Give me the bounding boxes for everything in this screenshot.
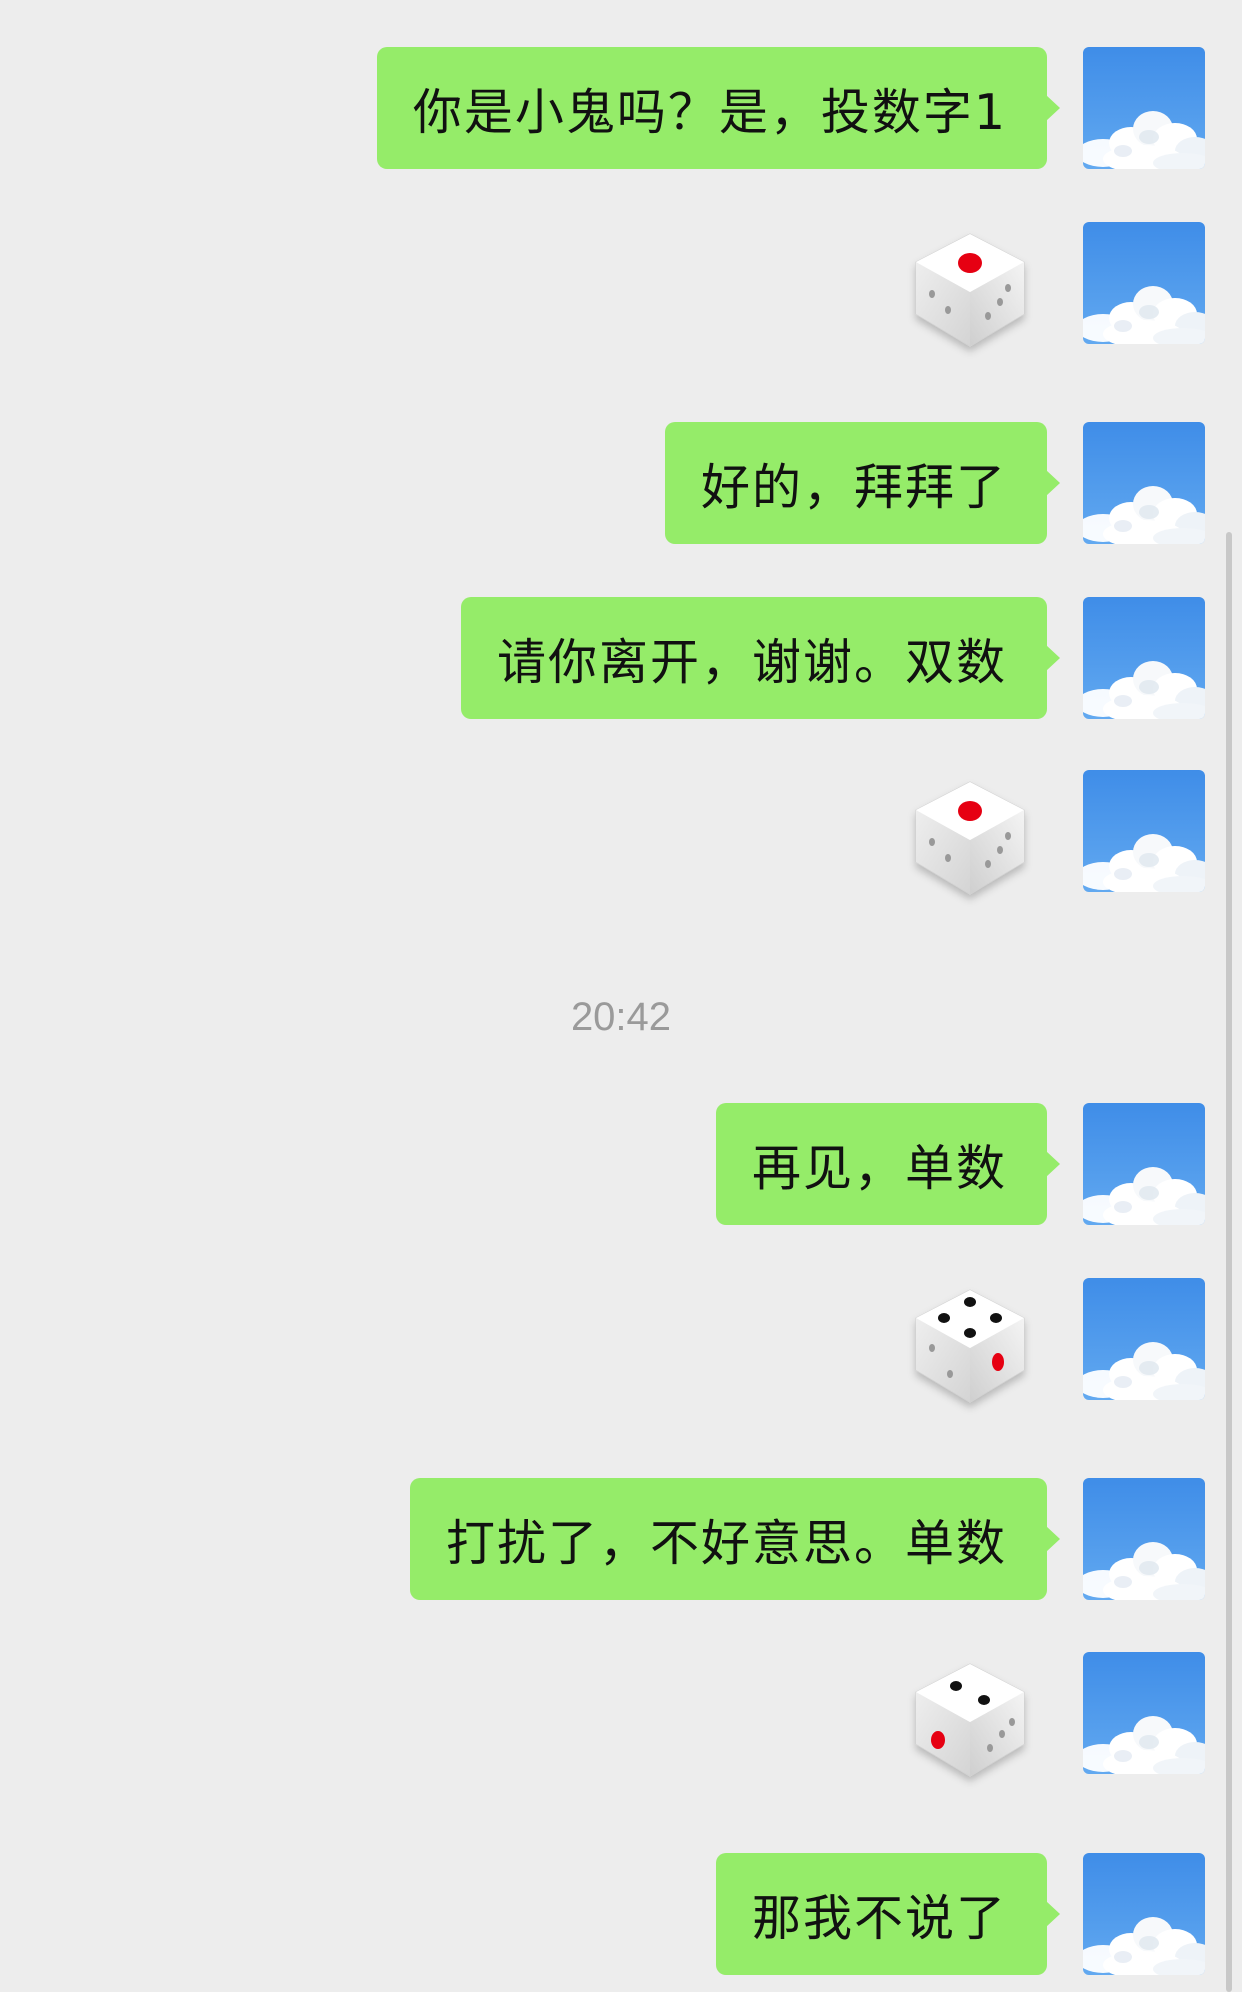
message-text: 那我不说了	[751, 1889, 1007, 1947]
message-bubble[interactable]: 那我不说了	[715, 1853, 1061, 1975]
avatar[interactable]	[1083, 1478, 1205, 1600]
dice-icon	[900, 1652, 1040, 1792]
message-text: 请你离开，谢谢。双数	[496, 633, 1007, 691]
avatar[interactable]	[1083, 1103, 1205, 1225]
avatar[interactable]	[1083, 422, 1205, 544]
avatar[interactable]	[1083, 1853, 1205, 1975]
dice-icon	[900, 1278, 1040, 1418]
message-bubble[interactable]: 再见，单数	[715, 1103, 1061, 1225]
message-bubble[interactable]: 打扰了，不好意思。单数	[409, 1478, 1061, 1600]
dice-icon	[900, 770, 1040, 910]
avatar[interactable]	[1083, 597, 1205, 719]
timestamp: 20:42	[570, 995, 672, 1039]
message-text: 你是小鬼吗？是，投数字1	[412, 83, 1007, 141]
avatar[interactable]	[1083, 770, 1205, 892]
message-bubble[interactable]: 好的，拜拜了	[664, 422, 1061, 544]
message-text: 打扰了，不好意思。单数	[445, 1514, 1007, 1572]
avatar[interactable]	[1083, 47, 1205, 169]
dice-icon	[900, 222, 1040, 362]
message-text: 好的，拜拜了	[700, 458, 1007, 516]
avatar[interactable]	[1083, 222, 1205, 344]
message-text: 再见，单数	[751, 1139, 1007, 1197]
message-bubble[interactable]: 你是小鬼吗？是，投数字1	[376, 47, 1061, 169]
avatar[interactable]	[1083, 1278, 1205, 1400]
chat-message-list[interactable]: 你是小鬼吗？是，投数字1 好的，拜拜了 请你离开，谢谢。双数 20:42 再见，…	[0, 0, 1242, 1992]
message-bubble[interactable]: 请你离开，谢谢。双数	[460, 597, 1061, 719]
scrollbar[interactable]	[1226, 532, 1232, 1992]
avatar[interactable]	[1083, 1652, 1205, 1774]
